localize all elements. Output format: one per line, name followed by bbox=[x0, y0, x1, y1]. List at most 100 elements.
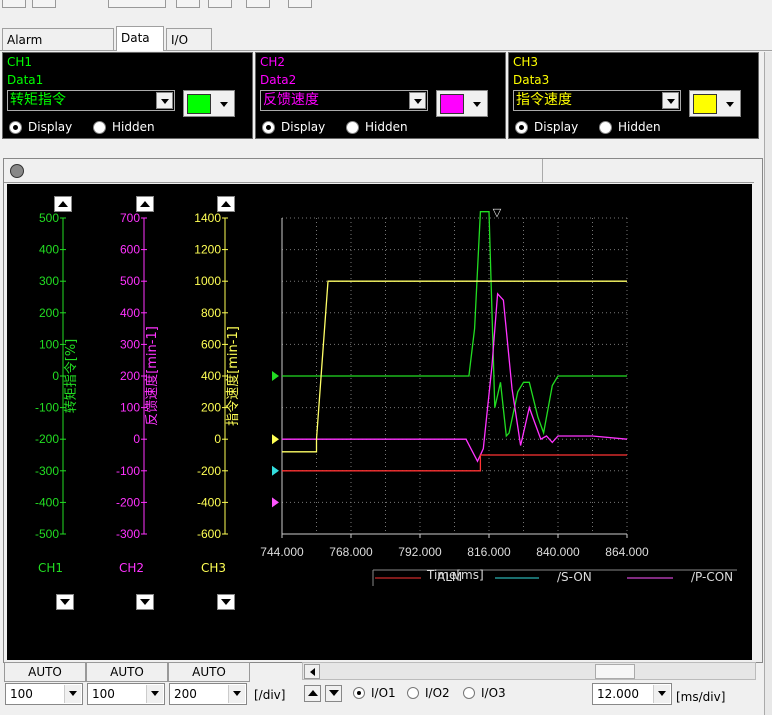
chevron-down-icon[interactable] bbox=[468, 96, 485, 113]
radio-icon bbox=[93, 120, 106, 134]
display-radio[interactable]: Display bbox=[262, 120, 325, 134]
ch1-tick-label: 500 bbox=[39, 211, 59, 225]
ch1-scroll-down-button[interactable] bbox=[56, 594, 74, 610]
io2-radio[interactable]: I/O2 bbox=[407, 686, 450, 700]
ch2-tick-label: 400 bbox=[120, 306, 140, 320]
chevron-down-icon[interactable] bbox=[215, 96, 232, 113]
ch1-tick-label: -400 bbox=[35, 495, 59, 509]
chevron-down-icon[interactable] bbox=[64, 685, 81, 703]
ch3-zero-marker-icon bbox=[272, 434, 279, 445]
ch3-scale-select[interactable]: 200 bbox=[169, 683, 247, 705]
color-picker[interactable] bbox=[183, 90, 235, 117]
channel-data-label: Data3 bbox=[513, 73, 550, 87]
toolbar-button-trigger[interactable] bbox=[108, 0, 166, 8]
ch2-scale-select[interactable]: 100 bbox=[87, 683, 165, 705]
signal-select-value: 转矩指令 bbox=[10, 92, 66, 108]
display-radio[interactable]: Display bbox=[515, 120, 578, 134]
chevron-down-icon[interactable] bbox=[228, 685, 245, 703]
io1-radio[interactable]: I/O1 bbox=[353, 686, 396, 700]
ch1-scroll-up-button[interactable] bbox=[54, 196, 72, 212]
signal-select[interactable]: 反馈速度 bbox=[260, 90, 428, 111]
ch3-scroll-up-button[interactable] bbox=[217, 196, 235, 212]
chevron-down-icon[interactable] bbox=[721, 96, 738, 113]
ch3-tick-label: -600 bbox=[197, 527, 221, 541]
radio-icon bbox=[463, 687, 475, 699]
ch3-axis-label: 指令速度[min-1] bbox=[225, 326, 241, 426]
time-scale-select[interactable]: 12.000 bbox=[592, 683, 672, 705]
chevron-down-icon[interactable] bbox=[146, 685, 163, 703]
hidden-radio[interactable]: Hidden bbox=[93, 120, 155, 134]
ch3-scroll-down-button[interactable] bbox=[217, 594, 235, 610]
ch2-scroll-up-button[interactable] bbox=[136, 196, 154, 212]
io3-zero-marker-icon bbox=[272, 497, 279, 508]
radio-icon bbox=[599, 120, 612, 134]
zoom-in-icon[interactable] bbox=[176, 0, 200, 8]
hidden-radio[interactable]: Hidden bbox=[346, 120, 408, 134]
io-scroll-up-button[interactable] bbox=[304, 685, 321, 702]
chevron-down-icon[interactable] bbox=[156, 92, 173, 109]
ch1-scale-select[interactable]: 100 bbox=[5, 683, 83, 705]
ch1-tick-label: 400 bbox=[39, 243, 59, 257]
ch2-axis-name: CH2 bbox=[119, 561, 145, 575]
ch1-tick-label: -100 bbox=[35, 401, 59, 415]
scroll-left-icon[interactable] bbox=[304, 664, 320, 679]
toolbar-button-copy[interactable] bbox=[246, 0, 270, 8]
ch3-tick-label: 400 bbox=[201, 369, 221, 383]
graph-header bbox=[4, 159, 754, 183]
io2-zero-marker-icon bbox=[272, 465, 279, 476]
chevron-down-icon[interactable] bbox=[662, 92, 679, 109]
x-tick-label: 816.000 bbox=[467, 545, 511, 559]
ch1-tick-label: -300 bbox=[35, 464, 59, 478]
color-picker[interactable] bbox=[436, 90, 488, 117]
color-swatch bbox=[693, 94, 717, 114]
io3-radio[interactable]: I/O3 bbox=[463, 686, 506, 700]
ch2-tick-label: -300 bbox=[116, 527, 140, 541]
channel-title: CH3 bbox=[513, 55, 539, 69]
color-picker[interactable] bbox=[689, 90, 741, 117]
display-radio[interactable]: Display bbox=[9, 120, 72, 134]
tab-alarm-information[interactable]: Alarm Information bbox=[2, 28, 114, 69]
ch1-auto-button[interactable]: AUTO bbox=[4, 662, 86, 682]
toolbar-button-print[interactable] bbox=[288, 0, 312, 8]
ch3-tick-label: 200 bbox=[201, 401, 221, 415]
ch1-scale-value: 100 bbox=[10, 687, 33, 701]
ch3-scale-value: 200 bbox=[174, 687, 197, 701]
ch3-tick-label: -400 bbox=[197, 495, 221, 509]
radio-selected-icon bbox=[262, 120, 275, 134]
ch2-tick-label: 600 bbox=[120, 243, 140, 257]
signal-select-value: 反馈速度 bbox=[263, 92, 319, 108]
signal-select[interactable]: 指令速度 bbox=[513, 90, 681, 111]
zoom-out-icon[interactable] bbox=[208, 0, 232, 8]
ch3-tick-label: 1400 bbox=[194, 211, 221, 225]
ch1-tick-label: 300 bbox=[39, 274, 59, 288]
scale-unit-label: [/div] bbox=[254, 688, 286, 702]
ch2-tick-label: 700 bbox=[120, 211, 140, 225]
ch2-auto-button[interactable]: AUTO bbox=[86, 662, 168, 682]
window-right-edge bbox=[764, 52, 772, 715]
io-scroll-down-button[interactable] bbox=[325, 685, 342, 702]
toolbar-button-save[interactable] bbox=[32, 0, 56, 8]
ch1-tick-label: -500 bbox=[35, 527, 59, 541]
signal-select[interactable]: 转矩指令 bbox=[7, 90, 175, 111]
ch2-scroll-down-button[interactable] bbox=[136, 594, 154, 610]
tab-data[interactable]: Data bbox=[116, 26, 164, 51]
ch3-tick-label: 1000 bbox=[194, 274, 221, 288]
toolbar-button-edit[interactable] bbox=[2, 0, 26, 8]
horizontal-scrollbar[interactable] bbox=[302, 662, 756, 680]
hidden-radio[interactable]: Hidden bbox=[599, 120, 661, 134]
scroll-thumb[interactable] bbox=[595, 664, 635, 679]
chevron-down-icon[interactable] bbox=[653, 685, 670, 703]
channel-panel-ch1: CH1 Data1 转矩指令 Display Hidden bbox=[2, 52, 253, 139]
ch1-axis-name: CH1 bbox=[38, 561, 64, 575]
channel-data-label: Data1 bbox=[7, 73, 44, 87]
tab-io[interactable]: I/O bbox=[166, 28, 212, 50]
chevron-down-icon[interactable] bbox=[409, 92, 426, 109]
x-tick-label: 864.000 bbox=[605, 545, 649, 559]
ch3-tick-label: 0 bbox=[214, 432, 221, 446]
ch3-auto-button[interactable]: AUTO bbox=[168, 662, 250, 682]
color-swatch bbox=[187, 94, 211, 114]
ch3-tick-label: 800 bbox=[201, 306, 221, 320]
ch2-tick-label: -200 bbox=[116, 495, 140, 509]
x-tick-label: 840.000 bbox=[536, 545, 580, 559]
ch2-tick-label: 300 bbox=[120, 337, 140, 351]
